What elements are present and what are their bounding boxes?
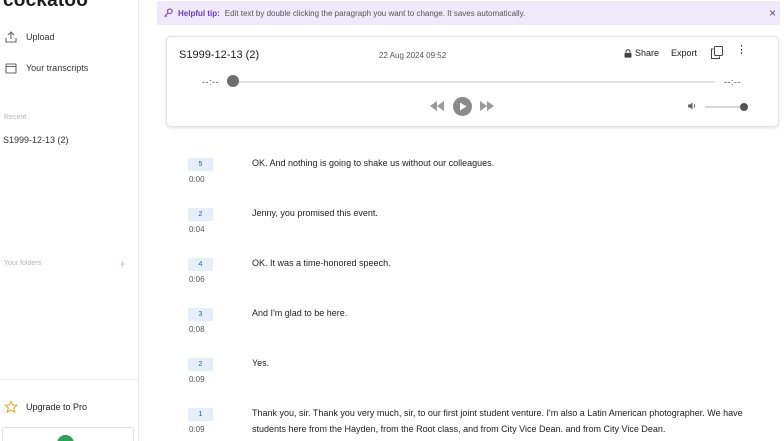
transcript-date: 22 Aug 2024 09:52 bbox=[379, 51, 447, 60]
sidebar: cockatoo Upload Your transcripts Recent … bbox=[0, 0, 139, 441]
speaker-badge[interactable]: 3 bbox=[188, 308, 213, 321]
volume-slider[interactable] bbox=[705, 106, 743, 108]
speaker-badge[interactable]: 1 bbox=[188, 408, 213, 421]
sidebar-divider bbox=[0, 379, 139, 380]
speaker-badge[interactable]: 5 bbox=[188, 158, 213, 171]
segment-text[interactable]: And I'm glad to be here. bbox=[252, 305, 762, 321]
segment-timestamp[interactable]: 0:00 bbox=[189, 175, 205, 184]
segment-timestamp[interactable]: 0:09 bbox=[189, 425, 205, 434]
segment-text[interactable]: Jenny, you promised this event. bbox=[252, 205, 762, 221]
tip-label: Helpful tip: bbox=[178, 8, 220, 18]
total-time: --:-- bbox=[724, 77, 741, 87]
segment-timestamp[interactable]: 0:08 bbox=[189, 325, 205, 334]
upgrade-label: Upgrade to Pro bbox=[26, 402, 88, 412]
seek-handle[interactable] bbox=[227, 75, 239, 87]
transcript-title[interactable]: S1999-12-13 (2) bbox=[179, 49, 259, 61]
share-label: Share bbox=[635, 48, 660, 58]
transcripts-label: Your transcripts bbox=[26, 63, 89, 73]
volume-icon[interactable] bbox=[687, 101, 697, 111]
elapsed-time: --:-- bbox=[202, 77, 219, 87]
audio-player: S1999-12-13 (2) 22 Aug 2024 09:52 Share … bbox=[166, 36, 779, 127]
segment-timestamp[interactable]: 0:06 bbox=[189, 275, 205, 284]
recent-heading: Recent bbox=[4, 114, 27, 121]
helpful-tip-banner: Helpful tip: Edit text by double clickin… bbox=[157, 1, 780, 25]
play-button[interactable] bbox=[453, 97, 472, 116]
segment-text[interactable]: Thank you, sir. Thank you very much, sir… bbox=[252, 405, 762, 437]
star-icon bbox=[3, 399, 19, 414]
segment-text[interactable]: OK. It was a time-honored speech. bbox=[252, 255, 762, 271]
export-button[interactable]: Export bbox=[671, 48, 697, 58]
play-icon bbox=[459, 102, 466, 111]
upload-link[interactable]: Upload bbox=[4, 30, 55, 44]
transcripts-link[interactable]: Your transcripts bbox=[4, 61, 88, 75]
segment-text[interactable]: OK. And nothing is going to shake us wit… bbox=[252, 155, 762, 171]
segment-timestamp[interactable]: 0:09 bbox=[189, 375, 205, 384]
segment-timestamp[interactable]: 0:04 bbox=[189, 225, 205, 234]
app-logo[interactable]: cockatoo bbox=[3, 0, 88, 12]
speaker-badge[interactable]: 4 bbox=[188, 258, 213, 271]
upload-icon bbox=[4, 30, 18, 44]
add-folder-icon[interactable]: + bbox=[119, 257, 126, 271]
lock-icon bbox=[624, 48, 632, 58]
recent-item[interactable]: S1999-12-13 (2) bbox=[3, 135, 69, 145]
folders-heading: Your folders bbox=[4, 260, 42, 267]
key-icon bbox=[164, 8, 173, 17]
tip-message: Edit text by double clicking the paragra… bbox=[224, 8, 526, 18]
segment-text[interactable]: Yes. bbox=[252, 355, 762, 371]
volume-handle[interactable] bbox=[740, 103, 748, 111]
copy-icon[interactable] bbox=[711, 46, 723, 59]
fast-forward-icon[interactable] bbox=[479, 100, 495, 112]
seek-bar[interactable] bbox=[231, 81, 715, 83]
upload-label: Upload bbox=[26, 32, 55, 42]
upgrade-button[interactable]: Upgrade to Pro bbox=[3, 399, 88, 414]
speaker-badge[interactable]: 2 bbox=[188, 208, 213, 221]
speaker-badge[interactable]: 2 bbox=[188, 358, 213, 371]
close-icon[interactable]: × bbox=[769, 6, 776, 20]
more-options-icon[interactable]: ⋮ bbox=[736, 45, 747, 56]
share-button[interactable]: Share bbox=[624, 48, 659, 58]
rewind-icon[interactable] bbox=[429, 100, 445, 112]
folder-icon bbox=[4, 61, 18, 75]
